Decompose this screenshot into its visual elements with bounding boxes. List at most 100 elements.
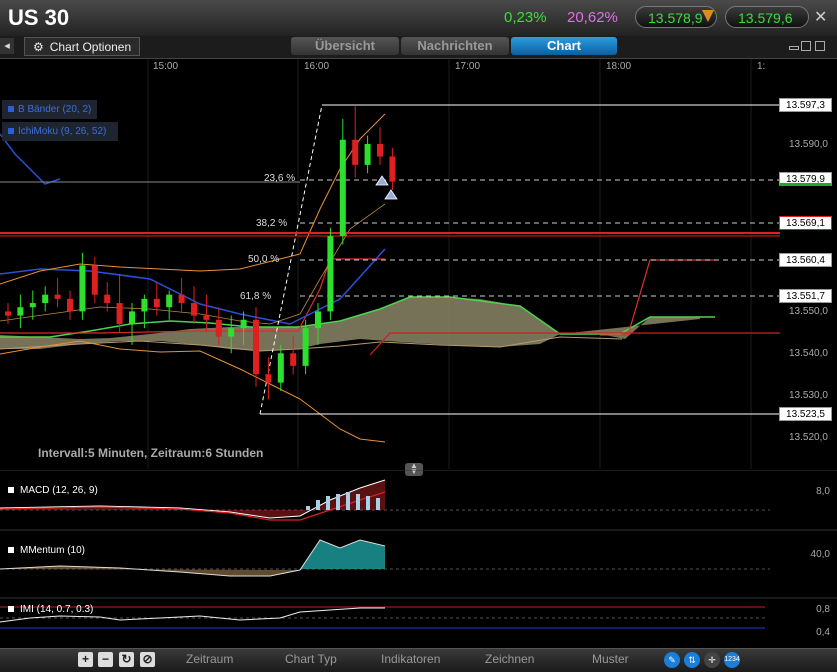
- fib-label-618: 61,8 %: [240, 291, 272, 302]
- back-arrow-icon[interactable]: ◂: [0, 38, 14, 54]
- sort-icon[interactable]: ⇅: [684, 652, 700, 668]
- candle-body: [364, 143, 371, 165]
- candle-body: [315, 311, 321, 329]
- down-arrow-icon: [702, 10, 714, 22]
- candle-body: [352, 139, 359, 165]
- legend-ichimoku[interactable]: IchiMoku (9, 26, 52): [2, 122, 118, 141]
- price-tick: 13.550,0: [789, 306, 828, 317]
- candle-body: [166, 294, 173, 308]
- candle-body: [215, 319, 222, 337]
- tab-chart-typ[interactable]: Chart Typ: [285, 652, 337, 666]
- maximize-icon[interactable]: [815, 41, 825, 51]
- legend-swatch: [8, 128, 14, 135]
- candle-body: [104, 294, 111, 304]
- candle-body: [116, 303, 123, 324]
- candle-body: [42, 294, 49, 304]
- refresh-icon[interactable]: ↻: [119, 652, 134, 667]
- macd-label[interactable]: MACD (12, 26, 9): [8, 485, 98, 496]
- momentum-negative-area: [0, 566, 300, 576]
- minimize-icon[interactable]: [789, 46, 799, 50]
- alert-triangle-icon: [375, 175, 389, 186]
- imi-label-text: IMI (14, 0.7, 0.3): [20, 604, 94, 615]
- tab-zeichnen[interactable]: Zeichnen: [485, 652, 534, 666]
- bid-price: 13.578,9: [648, 10, 703, 26]
- legend-bollinger[interactable]: B Bänder (20, 2): [2, 100, 98, 119]
- candle-body: [17, 307, 24, 316]
- ask-price: 13.579,6: [738, 10, 793, 26]
- momentum-label[interactable]: MMentum (10): [8, 545, 85, 556]
- grid: [147, 59, 752, 469]
- change-percent-secondary: 20,62%: [567, 9, 618, 26]
- candle-body: [67, 298, 73, 312]
- candle-body: [79, 265, 86, 312]
- momentum-positive-area: [300, 540, 385, 569]
- crosshair-icon[interactable]: ✛: [704, 652, 720, 668]
- close-icon[interactable]: ✕: [814, 7, 827, 27]
- change-percent: 0,23%: [504, 9, 547, 26]
- time-tick: 16:00: [304, 61, 330, 72]
- imi-panel: [0, 606, 765, 629]
- time-tick: 18:00: [606, 61, 632, 72]
- candle-body: [29, 303, 36, 308]
- imi-label[interactable]: IMI (14, 0.7, 0.3): [8, 604, 93, 615]
- fib-label-236: 23,6 %: [264, 173, 296, 184]
- price-tick: 13.530,0: [789, 390, 828, 401]
- zoom-in-icon[interactable]: +: [78, 652, 93, 667]
- candle-body: [377, 143, 383, 157]
- tab-indikatoren[interactable]: Indikatoren: [381, 652, 440, 666]
- restore-icon[interactable]: [801, 41, 811, 51]
- imi-value-upper: 0,8: [816, 604, 830, 615]
- candle-body: [240, 319, 247, 329]
- ichimoku-future-line: [600, 259, 715, 336]
- zoom-out-icon[interactable]: −: [98, 652, 113, 667]
- macd-label-text: MACD (12, 26, 9): [20, 485, 98, 496]
- no-entry-icon[interactable]: ⊘: [140, 652, 155, 667]
- macd-panel: [0, 479, 770, 521]
- price-label-current: 13.579,9: [779, 172, 832, 186]
- tab-uebersicht[interactable]: Übersicht: [291, 37, 399, 55]
- candle-body: [153, 298, 160, 308]
- momentum-swatch: [8, 547, 14, 553]
- candle-body: [389, 156, 396, 182]
- momentum-panel: [0, 539, 770, 577]
- candle-body: [203, 315, 210, 320]
- candle-body: [54, 294, 61, 299]
- chart-options-button[interactable]: ⚙ Chart Optionen: [24, 37, 140, 56]
- title-bar: US 30 0,23% 20,62% 13.578,9 13.579,6 ✕: [0, 0, 837, 37]
- candle-body: [253, 319, 259, 375]
- bid-price-button[interactable]: 13.578,9: [635, 6, 717, 28]
- alert-triangle-icon-2: [384, 189, 398, 200]
- candle-body: [265, 374, 272, 383]
- price-label-high: 13.597,3: [779, 98, 832, 112]
- bollinger-lower: [0, 340, 386, 443]
- candle-body: [228, 328, 235, 337]
- tab-nachrichten[interactable]: Nachrichten: [401, 37, 509, 55]
- indicator-panels: [0, 470, 837, 629]
- candles: [5, 106, 396, 400]
- tab-zeitraum[interactable]: Zeitraum: [186, 652, 233, 666]
- pencil-icon[interactable]: ✎: [664, 652, 680, 668]
- tab-chart[interactable]: Chart: [511, 37, 617, 55]
- macd-value: 8,0: [816, 486, 830, 497]
- tab-muster[interactable]: Muster: [592, 652, 629, 666]
- candle-body: [302, 328, 309, 366]
- fibonacci-lines: [300, 179, 780, 297]
- price-tick: 13.520,0: [789, 432, 828, 443]
- momentum-label-text: MMentum (10): [20, 545, 86, 556]
- price-chart[interactable]: [0, 59, 837, 469]
- fib-label-382: 38,2 %: [256, 218, 288, 229]
- candle-body: [178, 294, 185, 304]
- interval-info: Intervall:5 Minuten, Zeitraum:6 Stunden: [38, 446, 264, 460]
- tab-bar: ◂ ⚙ Chart Optionen Übersicht Nachrichten …: [0, 36, 837, 59]
- gear-icon: ⚙: [33, 40, 44, 54]
- candle-body: [5, 311, 11, 316]
- ask-price-button[interactable]: 13.579,6: [725, 6, 809, 28]
- price-tick: 13.590,0: [789, 139, 828, 150]
- counter-badge[interactable]: 1234: [724, 652, 740, 668]
- macd-swatch: [8, 487, 14, 493]
- price-label-fib38: 13.569,1: [779, 216, 832, 230]
- candle-body: [290, 353, 297, 366]
- candle-body: [191, 303, 197, 316]
- momentum-value: 40,0: [810, 549, 830, 560]
- candle-body: [327, 236, 334, 312]
